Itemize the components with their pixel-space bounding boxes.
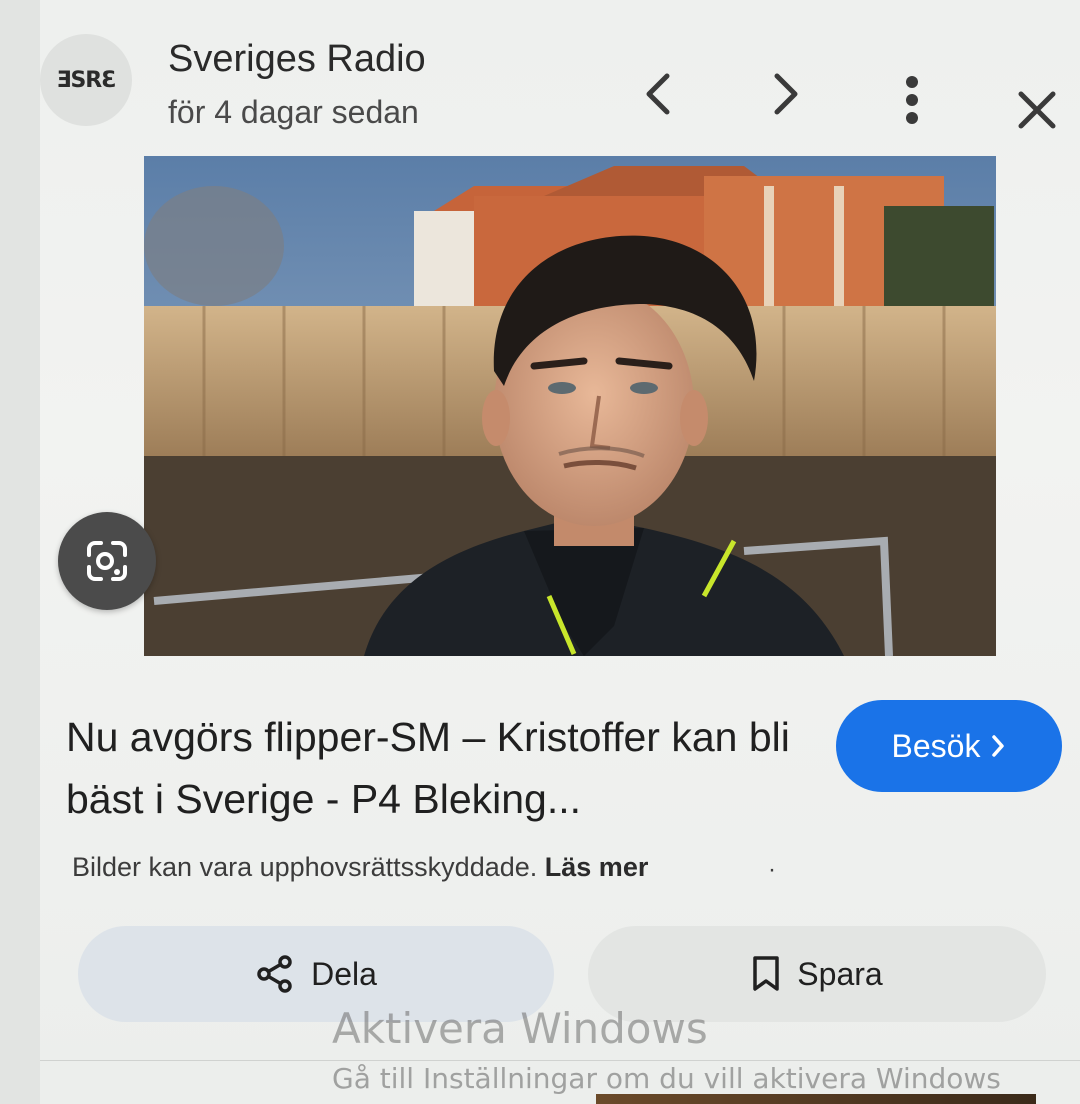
result-photo bbox=[144, 156, 996, 656]
copyright-text: Bilder kan vara upphovsrättsskyddade. bbox=[72, 852, 538, 882]
copyright-notice: Bilder kan vara upphovsrättsskyddade. Lä… bbox=[72, 852, 648, 883]
left-edge bbox=[0, 0, 40, 1104]
divider bbox=[40, 1060, 1080, 1061]
chevron-right-icon bbox=[992, 735, 1005, 757]
result-image[interactable] bbox=[144, 156, 996, 656]
learn-more-link[interactable]: Läs mer bbox=[545, 852, 649, 882]
separator-dot: · bbox=[768, 856, 776, 883]
close-button[interactable] bbox=[1004, 80, 1070, 140]
visit-label: Besök bbox=[891, 727, 981, 764]
next-button[interactable] bbox=[758, 66, 814, 122]
source-name[interactable]: Sveriges Radio bbox=[168, 38, 426, 81]
save-label: Spara bbox=[797, 955, 883, 992]
google-lens-button[interactable] bbox=[58, 512, 156, 610]
result-title[interactable]: Nu avgörs flipper-SM – Kristoffer kan bl… bbox=[66, 706, 826, 830]
windows-activation-subtitle: Gå till Inställningar om du vill aktiver… bbox=[332, 1062, 1001, 1095]
source-logo-text: ƎSRƐ bbox=[56, 67, 116, 93]
source-timestamp: för 4 dagar sedan bbox=[168, 94, 419, 130]
more-vert-icon bbox=[906, 76, 918, 124]
source-logo[interactable]: ƎSRƐ bbox=[40, 34, 132, 126]
image-viewer-panel: ƎSRƐ Sveriges Radio för 4 dagar sedan Nu… bbox=[0, 0, 1080, 1104]
share-icon bbox=[257, 955, 292, 993]
lens-icon bbox=[87, 541, 127, 581]
visit-button[interactable]: Besök bbox=[836, 700, 1062, 792]
chevron-right-icon bbox=[774, 73, 798, 115]
background-strip bbox=[596, 1094, 1036, 1104]
share-label: Dela bbox=[311, 955, 377, 992]
previous-button[interactable] bbox=[630, 66, 686, 122]
more-options-button[interactable] bbox=[884, 70, 940, 130]
close-icon bbox=[1018, 91, 1056, 129]
chevron-left-icon bbox=[646, 73, 670, 115]
bookmark-icon bbox=[753, 956, 780, 991]
windows-activation-title: Aktivera Windows bbox=[332, 1004, 708, 1053]
